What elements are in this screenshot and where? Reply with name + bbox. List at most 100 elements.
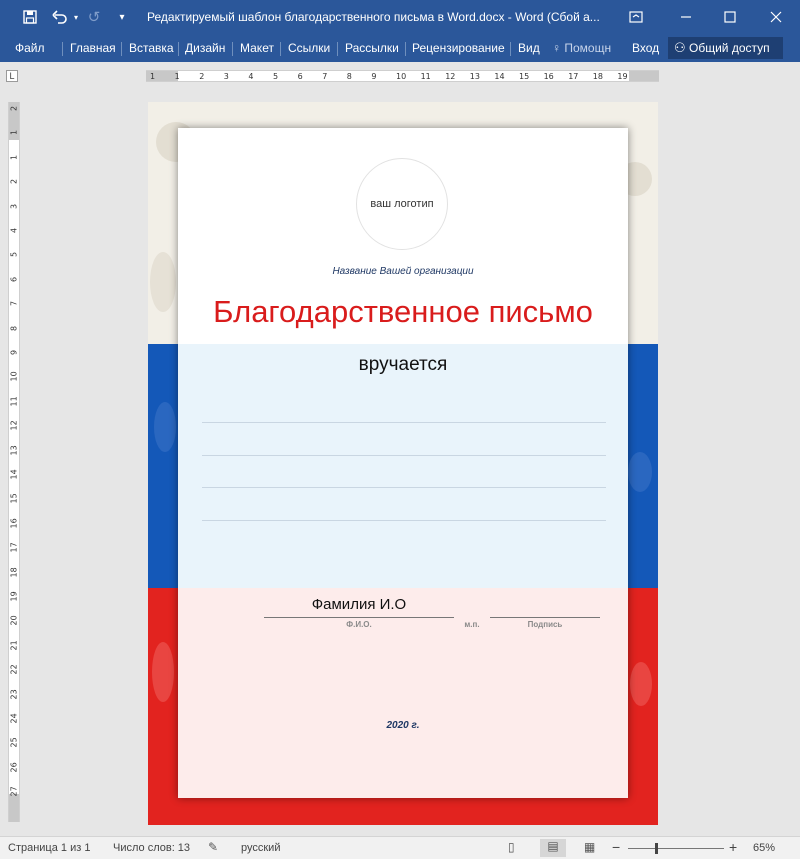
word-count[interactable]: Число слов: 13 (113, 842, 190, 854)
zoom-out-button[interactable]: − (612, 839, 620, 855)
read-mode-icon[interactable]: ▯ (508, 840, 515, 854)
logo-placeholder[interactable]: ваш логотип (356, 158, 448, 250)
vertical-ruler[interactable]: 2 1 1 2 3 4 5 6 7 8 9 10 11 12 13 14 15 16 17 18 19 20 21 22 23 2… (8, 102, 20, 822)
zoom-slider-thumb[interactable] (655, 843, 658, 854)
ornament (628, 452, 652, 492)
zoom-level[interactable]: 65% (753, 842, 775, 854)
ruler-number: 13 (469, 72, 480, 81)
window-title: Редактируемый шаблон благодарственного п… (147, 10, 600, 24)
ruler-number: 26 (9, 762, 19, 773)
tab-insert[interactable]: Вставка (129, 34, 174, 62)
ruler-number: 2 (9, 179, 19, 185)
tab-separator (62, 42, 63, 56)
ruler-bottom-margin (9, 794, 19, 822)
ruler-number: 1 (9, 154, 19, 160)
signer-name[interactable]: Фамилия И.О (264, 596, 454, 613)
sign-in-link[interactable]: Вход (632, 34, 659, 62)
ruler-number: 20 (9, 615, 19, 626)
maximize-icon[interactable] (708, 0, 752, 34)
stamp-caption: м.п. (464, 620, 480, 629)
proofing-icon[interactable]: ✎ (208, 840, 218, 854)
ruler-number: 1 (174, 72, 180, 81)
tab-home[interactable]: Главная (70, 34, 116, 62)
recipient-line[interactable] (202, 487, 606, 488)
tab-separator (280, 42, 281, 56)
recipient-line[interactable] (202, 520, 606, 521)
close-icon[interactable] (754, 0, 798, 34)
document-page[interactable]: ваш логотип Название Вашей организации Б… (148, 102, 658, 825)
tab-layout[interactable]: Макет (240, 34, 274, 62)
tab-separator (337, 42, 338, 56)
ruler-number: 25 (9, 737, 19, 748)
tab-file[interactable]: Файл (15, 34, 45, 62)
ruler-number: 27 (9, 786, 19, 797)
tab-separator (232, 42, 233, 56)
ruler-number: 5 (9, 252, 19, 258)
ruler-number: 18 (592, 72, 603, 81)
ruler-number: 8 (9, 325, 19, 331)
ruler-number: 19 (617, 72, 628, 81)
ruler-number: 3 (223, 72, 229, 81)
minimize-icon[interactable] (664, 0, 708, 34)
ruler-number: 3 (9, 203, 19, 209)
tab-separator (510, 42, 511, 56)
ruler-number: 12 (445, 72, 456, 81)
ruler-number: 19 (9, 591, 19, 602)
ruler-number: 14 (9, 469, 19, 480)
tab-design[interactable]: Дизайн (185, 34, 225, 62)
ruler-number: 8 (346, 72, 352, 81)
awarded-text[interactable]: вручается (178, 354, 628, 376)
ruler-number: 15 (519, 72, 530, 81)
recipient-line[interactable] (202, 422, 606, 423)
tab-view[interactable]: Вид (518, 34, 540, 62)
share-button[interactable]: ⚇ Общий доступ (668, 37, 783, 59)
zoom-in-button[interactable]: + (729, 839, 737, 855)
customize-qat-icon[interactable]: ▾ (114, 0, 130, 34)
ruler-right-margin (629, 71, 659, 81)
ruler-number: 24 (9, 713, 19, 724)
ruler-number: 9 (9, 349, 19, 356)
ruler-number: 17 (9, 542, 19, 553)
ruler-number: 23 (9, 688, 19, 700)
horizontal-ruler[interactable]: 1 1 2 3 4 5 6 7 8 9 10 11 12 13 14 15 16 17 18 19 (146, 70, 659, 82)
signature-line (490, 617, 600, 618)
ruler-number: 11 (420, 72, 431, 81)
tab-references[interactable]: Ссылки (288, 34, 330, 62)
name-caption: Ф.И.О. (346, 620, 372, 629)
letter-year[interactable]: 2020 г. (178, 720, 628, 731)
name-line (264, 617, 454, 618)
ruler-number: 6 (297, 72, 303, 81)
ornament (152, 642, 174, 702)
person-add-icon: ⚇ (674, 40, 686, 55)
ruler-number: 22 (9, 664, 19, 675)
tell-me-box[interactable]: ♀ Помощн (552, 34, 611, 62)
recipient-line[interactable] (202, 455, 606, 456)
ruler-number: 21 (9, 640, 19, 651)
share-label: Общий доступ (689, 41, 770, 55)
letter-heading[interactable]: Благодарственное письмо (178, 294, 628, 330)
ribbon-display-options-icon[interactable] (614, 0, 658, 34)
ornament (154, 402, 176, 452)
ruler-number: 1 (9, 130, 19, 136)
organization-name[interactable]: Название Вашей организации (178, 266, 628, 277)
page-counter[interactable]: Страница 1 из 1 (8, 842, 90, 854)
tab-selector-button[interactable]: L (6, 70, 18, 82)
print-layout-icon[interactable]: ▤ (540, 839, 566, 857)
undo-icon[interactable] (48, 0, 72, 34)
save-icon[interactable] (18, 0, 42, 34)
redo-icon[interactable]: ↺ (84, 0, 104, 34)
undo-dropdown-icon[interactable]: ▾ (70, 0, 82, 34)
letter-sheet: ваш логотип Название Вашей организации Б… (178, 128, 628, 798)
vertical-scrollbar[interactable] (787, 94, 800, 832)
ruler-number: 4 (248, 72, 254, 81)
title-bar: ▾ ↺ ▾ Редактируемый шаблон благодарствен… (0, 0, 800, 34)
ruler-number: 6 (9, 276, 19, 282)
zoom-slider[interactable] (628, 848, 724, 849)
tab-review[interactable]: Рецензирование (412, 34, 505, 62)
web-layout-icon[interactable]: ▦ (584, 840, 595, 854)
language-indicator[interactable]: русский (241, 842, 280, 854)
ruler-number: 18 (9, 566, 19, 578)
ruler-number: 14 (494, 72, 505, 81)
ruler-number: 2 (9, 105, 19, 112)
tab-mailings[interactable]: Рассылки (345, 34, 399, 62)
